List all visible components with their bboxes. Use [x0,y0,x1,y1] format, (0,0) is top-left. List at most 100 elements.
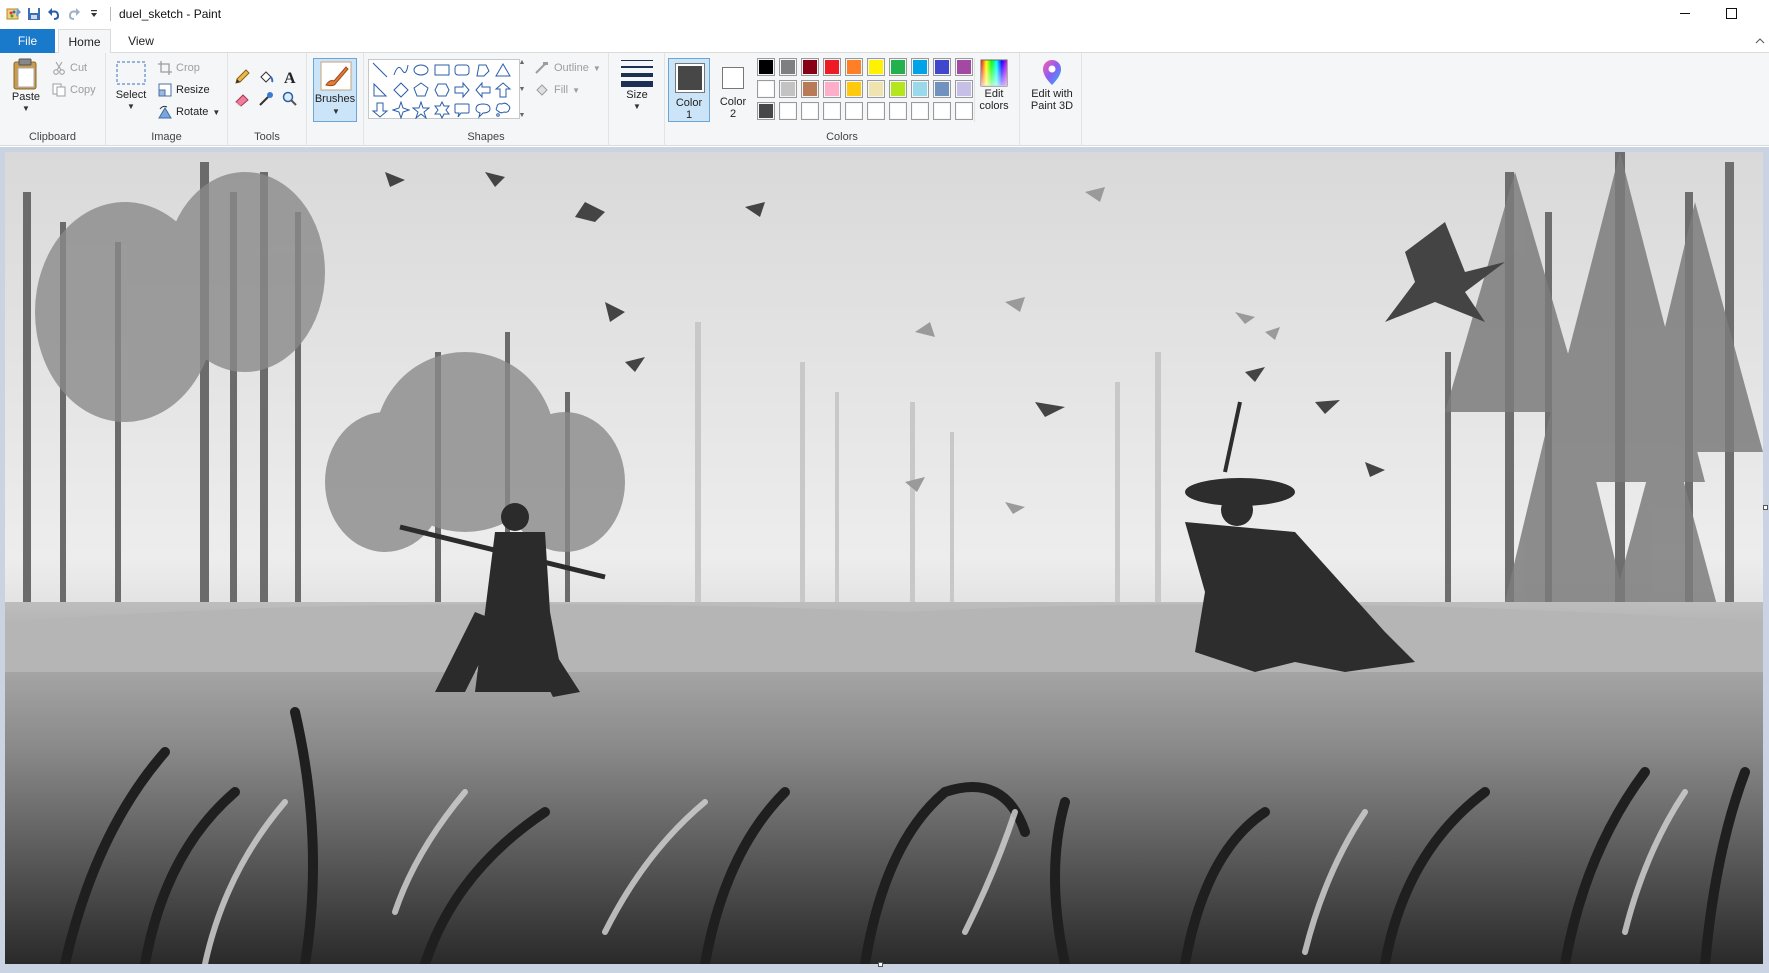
cloud-callout-shape-icon[interactable] [493,100,513,120]
right-triangle-shape-icon[interactable] [370,80,390,100]
brushes-button[interactable]: Brushes ▼ [313,58,357,122]
palette-color-swatch[interactable] [911,58,929,76]
outline-button[interactable]: Outline ▼ [534,58,601,78]
rounded-callout-shape-icon[interactable] [452,100,472,120]
palette-color-swatch[interactable] [867,102,885,120]
undo-icon[interactable] [46,6,62,22]
size-dropdown-icon[interactable]: ▼ [633,101,641,113]
rotate-icon [158,105,172,119]
tab-home[interactable]: Home [58,29,111,54]
rectangle-shape-icon[interactable] [432,60,452,80]
crop-button[interactable]: Crop [158,58,200,78]
shapes-scroll[interactable]: ▲ ▼ ▼ [516,59,528,119]
palette-color-swatch[interactable] [823,58,841,76]
right-arrow-shape-icon[interactable] [452,80,472,100]
minimize-button[interactable] [1662,0,1708,27]
text-icon[interactable]: A [280,67,300,87]
more-shapes-icon[interactable]: ▼ [519,112,526,119]
left-arrow-shape-icon[interactable] [473,80,493,100]
four-point-star-shape-icon[interactable] [391,100,411,120]
paste-button[interactable]: Paste ▼ [6,57,46,115]
paint-app-icon[interactable] [6,6,22,22]
palette-color-swatch[interactable] [867,58,885,76]
six-point-star-shape-icon[interactable] [432,100,452,120]
palette-color-swatch[interactable] [955,80,973,98]
tab-view[interactable]: View [115,29,167,53]
size-button[interactable]: Size ▼ [617,57,657,113]
palette-color-swatch[interactable] [845,58,863,76]
cut-button[interactable]: Cut [52,58,87,78]
fill-button[interactable]: Fill ▼ [534,80,580,100]
color1-button[interactable]: Color 1 [668,58,710,122]
palette-color-swatch[interactable] [933,58,951,76]
palette-color-swatch[interactable] [911,102,929,120]
palette-color-swatch[interactable] [801,80,819,98]
tab-file[interactable]: File [0,29,55,53]
palette-color-swatch[interactable] [867,80,885,98]
palette-color-swatch[interactable] [801,58,819,76]
color-picker-icon[interactable] [256,89,276,109]
edit-with-paint3d-button[interactable]: Edit with Paint 3D [1024,58,1080,112]
fill-bucket-icon[interactable] [256,67,276,87]
palette-color-swatch[interactable] [911,80,929,98]
polygon-shape-icon[interactable] [473,60,493,80]
palette-color-swatch[interactable] [757,102,775,120]
palette-color-swatch[interactable] [779,102,797,120]
rotate-dropdown-icon[interactable]: ▼ [212,108,220,117]
rounded-rectangle-shape-icon[interactable] [452,60,472,80]
canvas-artwork [5,152,1763,964]
palette-color-swatch[interactable] [889,80,907,98]
customize-quick-access-icon[interactable] [86,6,102,22]
brushes-dropdown-icon[interactable]: ▼ [332,107,340,116]
select-dropdown-icon[interactable]: ▼ [127,101,135,113]
oval-callout-shape-icon[interactable] [473,100,493,120]
oval-shape-icon[interactable] [411,60,431,80]
palette-color-swatch[interactable] [757,58,775,76]
hexagon-shape-icon[interactable] [432,80,452,100]
collapse-ribbon-icon[interactable] [1755,35,1765,45]
drawing-canvas[interactable] [5,152,1763,964]
palette-color-swatch[interactable] [801,102,819,120]
diamond-shape-icon[interactable] [391,80,411,100]
palette-color-swatch[interactable] [779,80,797,98]
triangle-shape-icon[interactable] [493,60,513,80]
paste-dropdown-icon[interactable]: ▼ [22,103,30,115]
canvas-resize-handle-right[interactable] [1763,505,1768,510]
clipboard-group-label: Clipboard [28,131,77,143]
curve-shape-icon[interactable] [391,60,411,80]
palette-color-swatch[interactable] [889,102,907,120]
palette-color-swatch[interactable] [823,80,841,98]
palette-color-swatch[interactable] [845,102,863,120]
palette-color-swatch[interactable] [845,80,863,98]
edit-colors-button[interactable]: Edit colors [972,58,1016,112]
maximize-button[interactable] [1708,0,1754,27]
line-shape-icon[interactable] [370,60,390,80]
palette-color-swatch[interactable] [955,102,973,120]
redo-icon[interactable] [66,6,82,22]
up-arrow-shape-icon[interactable] [493,80,513,100]
eraser-icon[interactable] [232,89,252,109]
select-button[interactable]: Select ▼ [112,57,150,113]
resize-button[interactable]: Resize [158,80,210,100]
palette-color-swatch[interactable] [757,80,775,98]
palette-color-swatch[interactable] [933,80,951,98]
edit-colors-label: Edit [984,88,1004,100]
save-icon[interactable] [26,6,42,22]
palette-color-swatch[interactable] [779,58,797,76]
scroll-down-icon[interactable]: ▼ [519,86,526,93]
palette-color-swatch[interactable] [823,102,841,120]
palette-color-swatch[interactable] [889,58,907,76]
palette-color-swatch[interactable] [933,102,951,120]
canvas-resize-handle-bottom[interactable] [878,962,883,967]
down-arrow-shape-icon[interactable] [370,100,390,120]
copy-button[interactable]: Copy [52,80,96,100]
pentagon-shape-icon[interactable] [411,80,431,100]
rotate-button[interactable]: Rotate ▼ [158,102,220,122]
palette-color-swatch[interactable] [955,58,973,76]
color2-button[interactable]: Color 2 [713,58,753,122]
five-point-star-shape-icon[interactable] [411,100,431,120]
scroll-up-icon[interactable]: ▲ [519,59,526,66]
magnifier-icon[interactable] [280,89,300,109]
size-label: Size [626,89,648,101]
pencil-icon[interactable] [232,67,252,87]
